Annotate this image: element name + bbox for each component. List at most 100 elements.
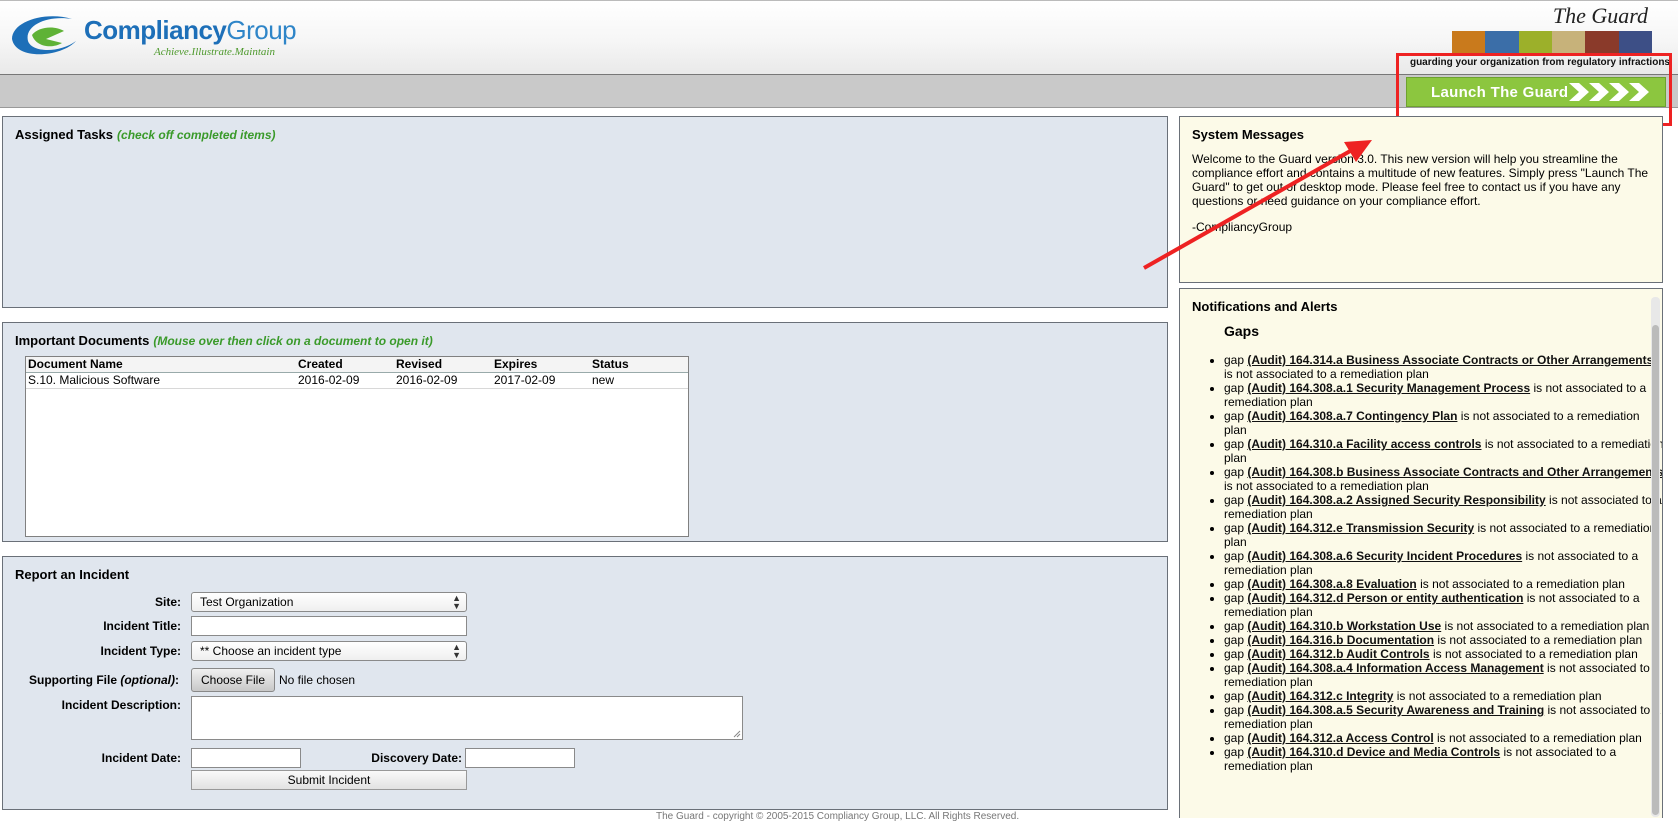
gap-list-item: gap (Audit) 164.308.a.6 Security Inciden…: [1224, 549, 1662, 577]
gap-list-item: gap (Audit) 164.312.e Transmission Secur…: [1224, 521, 1662, 549]
compliancy-group-logo[interactable]: CompliancyGroup Achieve.Illustrate.Maint…: [6, 9, 297, 63]
gap-prefix: gap: [1224, 745, 1245, 759]
gap-list-item: gap (Audit) 164.308.a.4 Information Acce…: [1224, 661, 1662, 689]
incident-type-label: Incident Type:: [100, 644, 181, 658]
gap-suffix: is not associated to a remediation plan: [1396, 689, 1602, 703]
gap-link[interactable]: (Audit) 164.310.d Device and Media Contr…: [1247, 745, 1500, 759]
document-created-cell: 2016-02-09: [298, 373, 360, 387]
gap-prefix: gap: [1224, 381, 1245, 395]
gap-list-item: gap (Audit) 164.308.a.8 Evaluation is no…: [1224, 577, 1662, 591]
column-header-status[interactable]: Status: [590, 357, 688, 372]
gap-list-item: gap (Audit) 164.314.a Business Associate…: [1224, 353, 1662, 381]
gap-suffix: is not associated to a remediation plan: [1437, 633, 1643, 647]
gap-list-item: gap (Audit) 164.308.b Business Associate…: [1224, 465, 1662, 493]
assigned-tasks-hint: (check off completed items): [117, 128, 276, 142]
gap-prefix: gap: [1224, 619, 1245, 633]
gap-list-item: gap (Audit) 164.310.d Device and Media C…: [1224, 745, 1662, 773]
gap-prefix: gap: [1224, 661, 1245, 675]
gap-link[interactable]: (Audit) 164.308.a.1 Security Management …: [1247, 381, 1530, 395]
gap-list-item: gap (Audit) 164.308.a.7 Contingency Plan…: [1224, 409, 1662, 437]
site-label: Site:: [154, 595, 181, 609]
gap-link[interactable]: (Audit) 164.308.a.4 Information Access M…: [1247, 661, 1543, 675]
important-documents-panel: Important Documents (Mouse over then clic…: [2, 322, 1168, 542]
gap-link[interactable]: (Audit) 164.312.c Integrity: [1247, 689, 1393, 703]
gap-prefix: gap: [1224, 689, 1245, 703]
logo-text: CompliancyGroup: [84, 15, 297, 46]
document-expires-cell: 2017-02-09: [494, 373, 556, 387]
gap-prefix: gap: [1224, 731, 1245, 745]
logo-name-part2: Group: [226, 15, 297, 45]
gap-link[interactable]: (Audit) 164.312.d Person or entity authe…: [1247, 591, 1523, 605]
gap-list-item: gap (Audit) 164.312.a Access Control is …: [1224, 731, 1662, 745]
incident-title-input[interactable]: [191, 616, 467, 636]
incident-type-select[interactable]: ** Choose an incident type ▲ ▼: [191, 641, 467, 661]
choose-file-button[interactable]: Choose File: [191, 668, 275, 692]
gap-suffix: is not associated to a remediation plan: [1432, 647, 1638, 661]
discovery-date-input[interactable]: [465, 748, 575, 768]
supporting-file-colon: :: [175, 673, 179, 687]
gap-suffix: is not associated to a remediation plan: [1437, 731, 1642, 745]
table-row[interactable]: S.10. Malicious Software 2016-02-09 2016…: [26, 373, 688, 389]
submit-incident-button[interactable]: Submit Incident: [191, 770, 467, 790]
the-guard-title: The Guard: [1552, 3, 1648, 28]
document-status-cell: new: [592, 373, 615, 387]
supporting-file-optional: (optional): [120, 673, 175, 687]
resize-grip-icon[interactable]: [733, 730, 741, 738]
gap-list-item: gap (Audit) 164.310.b Workstation Use is…: [1224, 619, 1662, 633]
gap-prefix: gap: [1224, 577, 1245, 591]
gap-link[interactable]: (Audit) 164.312.a Access Control: [1247, 731, 1433, 745]
gap-link[interactable]: (Audit) 164.308.a.6 Security Incident Pr…: [1247, 549, 1522, 563]
the-guard-brand: The Guard: [1452, 3, 1678, 55]
gap-link[interactable]: (Audit) 164.310.a Facility access contro…: [1247, 437, 1481, 451]
incident-date-input[interactable]: [191, 748, 301, 768]
gap-link[interactable]: (Audit) 164.314.a Business Associate Con…: [1247, 353, 1653, 367]
gap-prefix: gap: [1224, 703, 1245, 717]
gap-link[interactable]: (Audit) 164.310.b Workstation Use: [1247, 619, 1441, 633]
column-header-revised[interactable]: Revised: [394, 357, 492, 372]
system-messages-title: System Messages: [1192, 127, 1305, 142]
gap-prefix: gap: [1224, 409, 1245, 423]
discovery-date-label: Discovery Date:: [371, 751, 462, 765]
system-messages-panel: System Messages Welcome to the Guard ver…: [1179, 116, 1663, 283]
gap-prefix: gap: [1224, 465, 1245, 479]
gap-link[interactable]: (Audit) 164.312.e Transmission Security: [1247, 521, 1474, 535]
select-arrows-icon: ▲ ▼: [452, 593, 461, 611]
notifications-panel: Notifications and Alerts Gaps gap (Audit…: [1179, 288, 1663, 818]
the-guard-image-strip: [1452, 31, 1652, 55]
gap-link[interactable]: (Audit) 164.308.a.7 Contingency Plan: [1247, 409, 1457, 423]
notifications-title: Notifications and Alerts: [1192, 299, 1338, 314]
gap-prefix: gap: [1224, 633, 1245, 647]
gap-link[interactable]: (Audit) 164.308.a.5 Security Awareness a…: [1247, 703, 1544, 717]
column-header-created[interactable]: Created: [296, 357, 394, 372]
gap-list-item: gap (Audit) 164.312.c Integrity is not a…: [1224, 689, 1662, 703]
gap-suffix: is not associated to a remediation plan: [1224, 479, 1429, 493]
incident-description-textarea[interactable]: [191, 696, 743, 740]
document-name-cell: S.10. Malicious Software: [28, 373, 161, 387]
site-select[interactable]: Test Organization ▲ ▼: [191, 592, 467, 612]
gap-list-item: gap (Audit) 164.312.b Audit Controls is …: [1224, 647, 1662, 661]
gap-link[interactable]: (Audit) 164.308.b Business Associate Con…: [1247, 465, 1662, 479]
column-header-expires[interactable]: Expires: [492, 357, 590, 372]
gap-prefix: gap: [1224, 591, 1245, 605]
incident-title-label: Incident Title:: [103, 619, 181, 633]
gap-prefix: gap: [1224, 521, 1245, 535]
logo-tagline: Achieve.Illustrate.Maintain: [154, 46, 275, 58]
important-documents-title: Important Documents (Mouse over then clic…: [15, 333, 433, 348]
gap-link[interactable]: (Audit) 164.308.a.2 Assigned Security Re…: [1247, 493, 1545, 507]
gap-list-item: gap (Audit) 164.316.b Documentation is n…: [1224, 633, 1662, 647]
notifications-scrollbar[interactable]: [1651, 297, 1660, 817]
incident-type-select-value: ** Choose an incident type: [200, 644, 342, 658]
column-header-document-name[interactable]: Document Name: [26, 357, 296, 372]
documents-table-header: Document Name Created Revised Expires St…: [26, 357, 688, 373]
gap-link[interactable]: (Audit) 164.316.b Documentation: [1247, 633, 1434, 647]
report-incident-panel: Report an Incident Site: Test Organizati…: [2, 556, 1168, 810]
scrollbar-thumb[interactable]: [1652, 325, 1659, 815]
select-arrows-icon: ▲ ▼: [452, 642, 461, 660]
gap-suffix: is not associated to a remediation plan: [1444, 619, 1650, 633]
gap-link[interactable]: (Audit) 164.308.a.8 Evaluation: [1247, 577, 1416, 591]
documents-table: Document Name Created Revised Expires St…: [25, 356, 689, 537]
gap-list-item: gap (Audit) 164.310.a Facility access co…: [1224, 437, 1662, 465]
system-message-signature: -CompliancyGroup: [1192, 220, 1293, 234]
gap-link[interactable]: (Audit) 164.312.b Audit Controls: [1247, 647, 1429, 661]
document-revised-cell: 2016-02-09: [396, 373, 458, 387]
